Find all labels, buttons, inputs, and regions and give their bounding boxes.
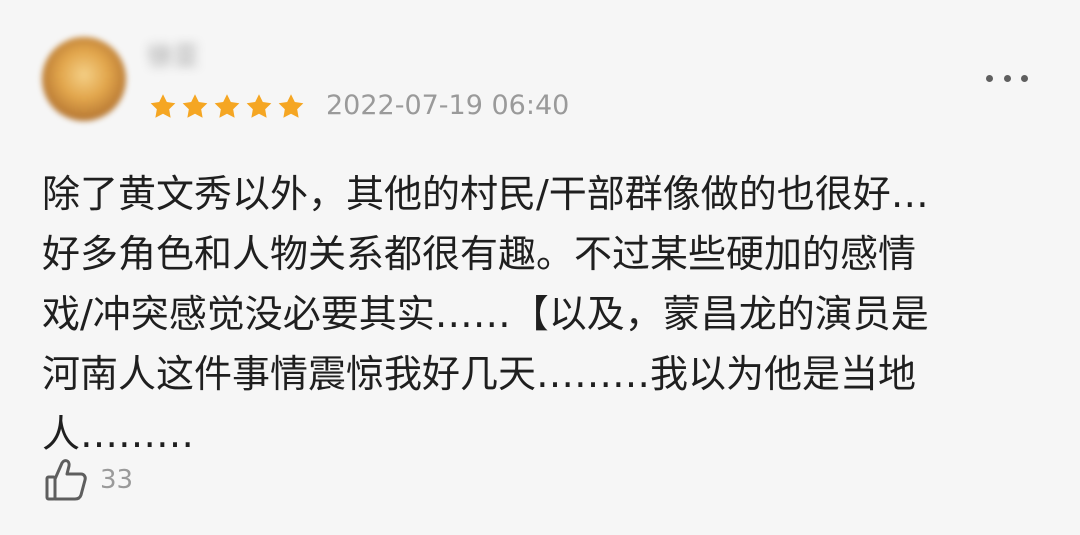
thumbs-up-icon (45, 459, 87, 501)
like-button[interactable]: 33 (42, 455, 133, 505)
review-line: 河南人这件事情震惊我好几天………我以为他是当地 (42, 352, 917, 396)
star-icon (214, 94, 240, 118)
star-rating (148, 91, 306, 123)
review-line: 除了黄文秀以外，其他的村民/干部群像做的也很好… (42, 172, 929, 216)
review-line: 好多角色和人物关系都很有趣。不过某些硬加的感情 (42, 232, 917, 276)
avatar[interactable] (42, 37, 126, 121)
more-dot (986, 74, 993, 82)
review-date: 2022-07-19 06:40 (326, 90, 570, 121)
star-icon (278, 94, 304, 118)
more-dot (1003, 74, 1011, 82)
star-icon (150, 94, 176, 118)
like-count: 33 (100, 465, 134, 495)
review-line: 人……… (42, 412, 195, 456)
review-text: 除了黄文秀以外，其他的村民/干部群像做的也很好… 好多角色和人物关系都很有趣。不… (42, 164, 1042, 464)
star-icon (246, 94, 272, 118)
star-icon (182, 94, 208, 118)
more-options-icon[interactable] (986, 72, 1028, 84)
review-line: 戏/冲突感觉没必要其实……【以及，蒙昌龙的演员是 (42, 292, 929, 336)
username[interactable]: 徐亚 (147, 40, 199, 74)
more-dot (1021, 74, 1028, 82)
